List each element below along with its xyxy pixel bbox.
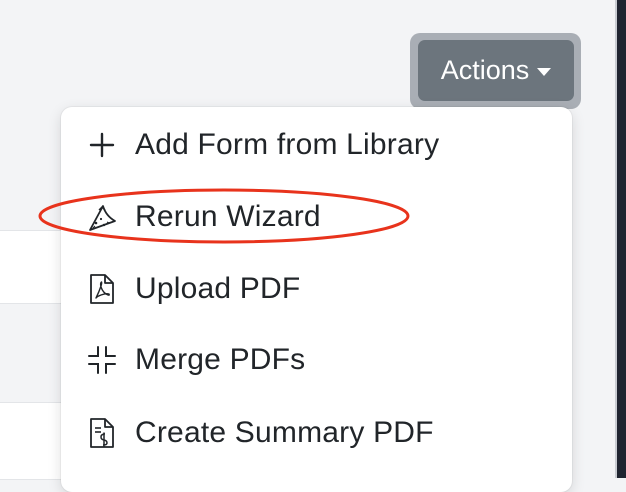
menu-item-label: Create Summary PDF <box>135 416 434 449</box>
background-list-row <box>0 402 70 480</box>
menu-item-add-form-from-library[interactable]: Add Form from Library <box>61 117 572 173</box>
menu-item-label: Upload PDF <box>135 272 301 305</box>
menu-item-create-summary-pdf[interactable]: Create Summary PDF <box>61 405 572 461</box>
menu-item-label: Merge PDFs <box>135 343 306 376</box>
caret-down-icon <box>537 68 552 76</box>
pdf-file-icon <box>86 273 118 305</box>
background-list-row <box>0 230 70 304</box>
merge-icon <box>86 344 118 376</box>
menu-item-label: Rerun Wizard <box>135 200 321 233</box>
actions-dropdown-button[interactable]: Actions <box>418 40 574 101</box>
actions-dropdown-menu: Add Form from Library Rerun Wizard Uploa… <box>61 107 572 492</box>
dark-side-panel <box>617 0 626 478</box>
menu-item-rerun-wizard[interactable]: Rerun Wizard <box>61 189 572 245</box>
menu-item-upload-pdf[interactable]: Upload PDF <box>61 261 572 317</box>
menu-item-merge-pdfs[interactable]: Merge PDFs <box>61 332 572 388</box>
actions-button-label: Actions <box>440 55 530 85</box>
summary-file-icon <box>86 417 118 449</box>
magic-wand-icon <box>86 201 118 233</box>
plus-icon <box>86 129 118 161</box>
menu-item-label: Add Form from Library <box>135 128 440 161</box>
